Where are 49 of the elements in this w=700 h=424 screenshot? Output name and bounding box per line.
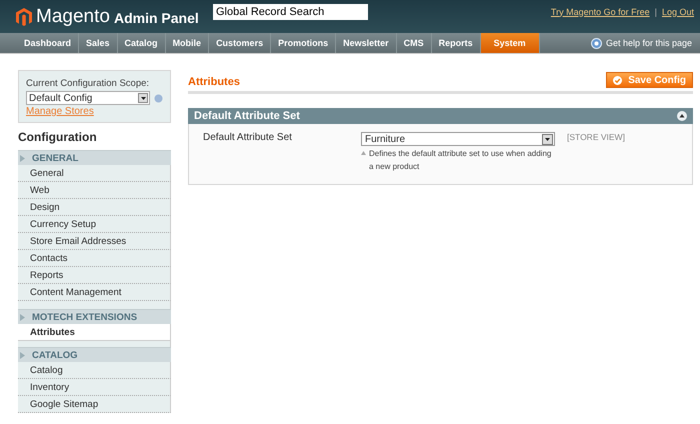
note-arrow-icon [361,151,366,155]
sidebar-item[interactable]: Google Sitemap [18,396,171,413]
sidebar-item[interactable]: Catalog [18,362,171,379]
attribute-set-dropdown[interactable]: Furniture [361,132,555,146]
nav-tab[interactable]: Catalog [118,33,166,53]
field-note: Defines the default attribute set to use when adding a new product [369,148,552,173]
sidebar-item[interactable]: Store Email Addresses [18,233,171,250]
section-header[interactable]: GENERAL [18,150,171,165]
nav-tab[interactable]: Mobile [166,33,210,53]
sidebar-item[interactable]: General [18,165,171,182]
scope-label: [STORE VIEW] [567,132,626,144]
sidebar-item[interactable]: Web [18,182,171,199]
sidebar-item[interactable]: Currency Setup [18,216,171,233]
separator: | [654,6,657,16]
logo-text: Magento [36,6,110,28]
section-label: MOTECH EXTENSIONS [32,312,138,322]
collapse-icon[interactable] [677,111,687,121]
sidebar-item[interactable]: Attributes [18,324,171,341]
sidebar-item[interactable]: Reports [18,267,171,284]
logo-icon [16,8,32,26]
scope-label: Current Configuration Scope: [26,78,150,89]
header-link[interactable]: Log Out [662,6,694,16]
field-label: Default Attribute Set [203,132,293,145]
expand-arrow-icon [20,154,25,162]
sidebar-item[interactable]: Content Management [18,284,171,301]
section-label: GENERAL [32,152,78,164]
logo-subtitle: Admin Panel [114,10,199,26]
section-header[interactable]: MOTECH EXTENSIONS [18,309,171,324]
nav-tab[interactable]: CMS [396,33,432,53]
nav-tab[interactable]: Promotions [271,33,336,53]
nav-tab[interactable]: Newsletter [336,33,397,53]
nav-tab[interactable]: Dashboard [17,33,80,53]
nav-tab[interactable]: Customers [209,33,272,53]
nav-tab[interactable]: Sales [79,33,118,53]
expand-arrow-icon [20,352,25,358]
help-link[interactable]: Get help for this page [606,38,692,48]
page-title: Attributes [188,75,240,88]
expand-arrow-icon [20,314,25,320]
scope-dropdown[interactable]: Default Config [26,91,150,105]
sidebar-item[interactable]: Inventory [18,379,171,396]
section-header[interactable]: CATALOG [18,347,171,362]
sidebar-item[interactable]: Contacts [18,250,171,267]
fieldset-title: Default Attribute Set [194,110,300,122]
sidebar-item[interactable]: Design [18,199,171,216]
section-label: CATALOG [32,350,78,360]
help-icon[interactable] [590,38,602,48]
search-field[interactable]: Global Record Search [213,4,368,20]
header-link[interactable]: Try Magento Go for Free [550,6,650,16]
check-icon [613,76,622,84]
